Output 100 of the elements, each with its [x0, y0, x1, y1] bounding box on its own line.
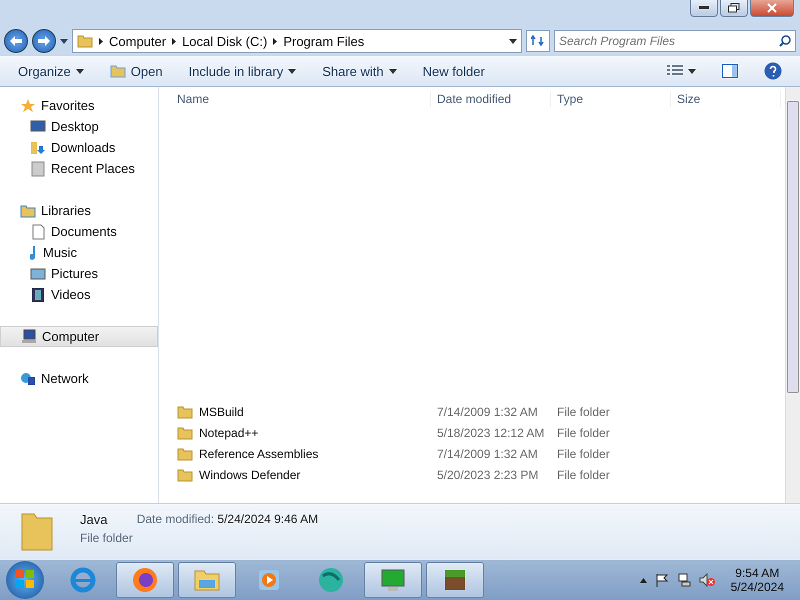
taskbar-button[interactable]: [178, 562, 236, 598]
network-icon[interactable]: [676, 573, 691, 587]
minimize-button[interactable]: [690, 0, 718, 17]
left-arrow-icon: [10, 36, 22, 46]
monitor-icon: [30, 118, 46, 134]
restore-icon: [728, 3, 740, 13]
windows-logo-icon: [16, 570, 34, 588]
type-cell-text: File folder: [557, 404, 611, 418]
search-field[interactable]: Search Program Files: [554, 30, 796, 52]
sidebar-item[interactable]: Computer: [0, 326, 158, 347]
refresh-button[interactable]: [526, 30, 550, 52]
folder-arrow-icon: [30, 140, 46, 156]
folder-icon: [110, 64, 126, 78]
scrollbar[interactable]: [785, 87, 800, 503]
up-arrow-icon[interactable]: [640, 578, 647, 582]
date-cell-text: 5/18/2023 12:12 AM: [437, 426, 546, 440]
start-button[interactable]: [6, 561, 44, 599]
sidebar-item[interactable]: Libraries: [0, 200, 158, 221]
caret-icon: [76, 68, 84, 74]
sidebar-item[interactable]: Music: [0, 242, 158, 263]
back-button[interactable]: [4, 29, 28, 53]
chevron-icon: [273, 38, 278, 44]
file-name: Java: [80, 512, 108, 527]
close-icon: [767, 3, 777, 13]
column-header[interactable]: Size: [671, 91, 781, 107]
taskbar-button[interactable]: [364, 562, 422, 598]
file-name: MSBuild: [199, 404, 244, 418]
list-view-icon: [667, 65, 683, 77]
folder-icon: [20, 202, 36, 218]
date-cell-text: 7/14/2009 1:32 AM: [437, 446, 539, 460]
address-bar[interactable]: Computer Local Disk (C:) Program Files: [72, 29, 522, 53]
date-cell-text: 7/14/2009 1:32 AM: [437, 404, 539, 418]
file-row[interactable]: Notepad++ 5/18/2023 12:12 AM File folder: [159, 422, 785, 443]
breadcrumb-item[interactable]: Computer: [109, 34, 166, 48]
sidebar-item[interactable]: Desktop: [0, 116, 158, 137]
detail-value: 5/24/2024 9:46 AM: [217, 512, 318, 526]
toolbar-button[interactable]: Organize: [8, 60, 94, 82]
folder-icon: [177, 426, 193, 440]
muted-speaker-icon[interactable]: [698, 573, 715, 587]
column-header[interactable]: Name: [171, 91, 431, 107]
sidebar-item[interactable]: Documents: [0, 221, 158, 242]
breadcrumb-item[interactable]: Program Files: [283, 34, 364, 48]
sidebar-item[interactable]: Videos: [0, 284, 158, 305]
file-name: Reference Assemblies: [199, 446, 318, 460]
sidebar-item[interactable]: Downloads: [0, 137, 158, 158]
file-name: Notepad++: [199, 426, 258, 440]
right-arrow-icon: [38, 36, 50, 46]
caret-icon: [288, 68, 296, 74]
help-icon: [764, 62, 782, 80]
clock-date: 5/24/2024: [730, 580, 784, 594]
music-note-icon: [30, 244, 38, 260]
type-cell-text: File folder: [557, 468, 611, 482]
sidebar-item[interactable]: Network: [0, 368, 158, 389]
breadcrumb-item[interactable]: Local Disk (C:): [182, 34, 268, 48]
date-cell-text: 5/20/2023 2:23 PM: [437, 468, 540, 482]
pane-icon: [722, 64, 738, 78]
folder-icon: [177, 468, 193, 482]
toolbar-button[interactable]: Include in library: [178, 60, 306, 82]
clock-time: 9:54 AM: [735, 566, 780, 580]
forward-button[interactable]: [32, 29, 56, 53]
minimize-icon: [699, 6, 709, 10]
close-button[interactable]: [750, 0, 794, 17]
file-row[interactable]: MSBuild 7/14/2009 1:32 AM File folder: [159, 401, 785, 422]
type-cell-text: File folder: [557, 426, 611, 440]
caret-icon: [509, 38, 517, 44]
dropdown-icon[interactable]: [60, 38, 68, 44]
folder-icon: [177, 446, 193, 460]
globe-icon: [317, 566, 345, 594]
sidebar-item[interactable]: Pictures: [0, 263, 158, 284]
picture-icon: [30, 266, 46, 282]
column-header[interactable]: Type: [551, 91, 671, 107]
folder-icon: [177, 404, 193, 418]
fox-globe-icon: [131, 566, 159, 594]
search-icon: [779, 35, 791, 47]
clock[interactable]: 9:54 AM 5/24/2024: [730, 566, 784, 594]
type-cell-text: File folder: [557, 446, 611, 460]
document-icon: [30, 224, 46, 240]
toolbar-button[interactable]: Open: [100, 60, 173, 82]
star-icon: [20, 98, 36, 114]
globe-computer-icon: [20, 370, 36, 386]
refresh-icon: [531, 35, 545, 47]
taskbar-button[interactable]: [426, 562, 484, 598]
caret-icon: [688, 68, 696, 74]
sidebar-item[interactable]: Favorites: [0, 95, 158, 116]
detail-label: Date modified:: [136, 512, 214, 526]
e-icon: [69, 566, 97, 594]
toolbar-button[interactable]: Share with: [312, 60, 407, 82]
column-header[interactable]: Date modified: [431, 91, 551, 107]
folder-icon: [77, 34, 93, 48]
chevron-icon: [99, 38, 103, 44]
file-type: File folder: [80, 531, 133, 545]
toolbar-button[interactable]: New folder: [412, 60, 495, 82]
sidebar-item[interactable]: Recent Places: [0, 158, 158, 179]
file-row[interactable]: Windows Defender 5/20/2023 2:23 PM File folder: [159, 464, 785, 485]
flag-icon[interactable]: [654, 573, 669, 587]
chevron-icon: [172, 38, 176, 44]
file-row[interactable]: Reference Assemblies 7/14/2009 1:32 AM File folder: [159, 443, 785, 464]
computer-icon: [21, 328, 37, 344]
taskbar-button[interactable]: [116, 562, 174, 598]
maximize-button[interactable]: [720, 0, 748, 17]
